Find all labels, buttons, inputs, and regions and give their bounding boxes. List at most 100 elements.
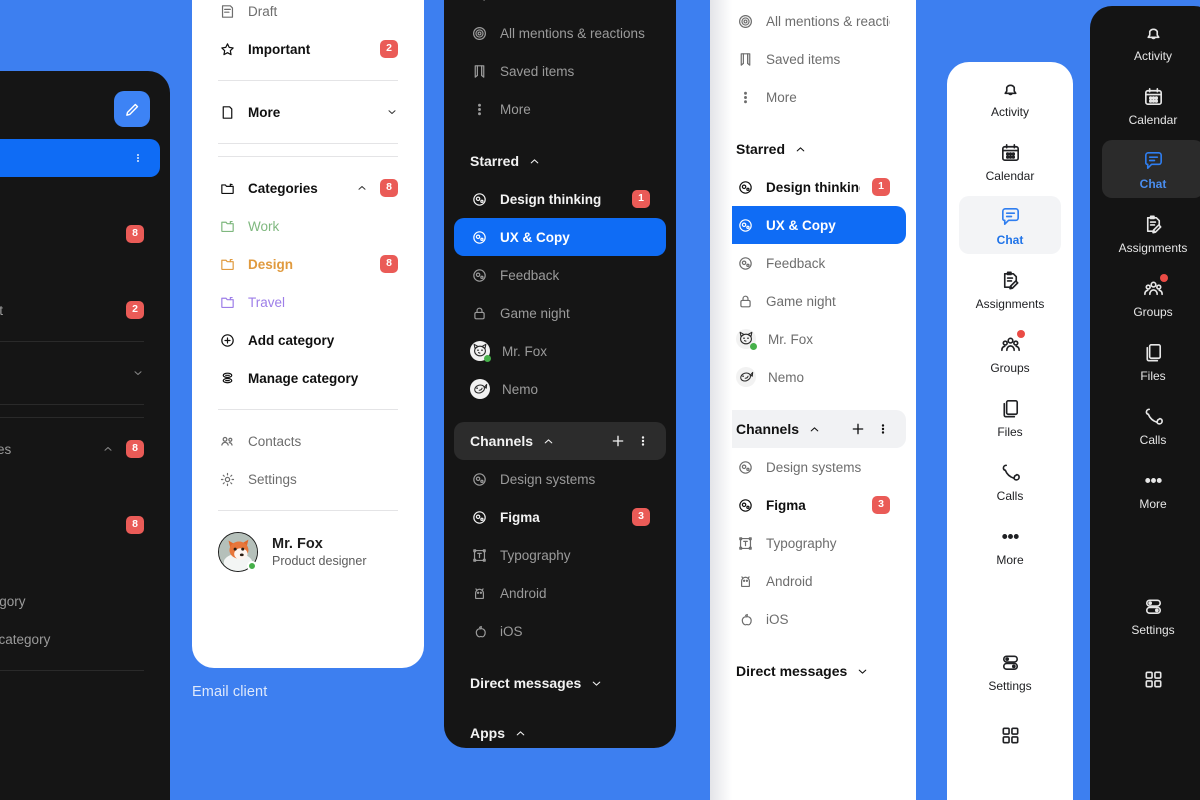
user-profile[interactable]: Mr. Fox Product designer (202, 523, 414, 581)
plus-icon[interactable] (849, 420, 867, 438)
rail-item-calls[interactable]: Calls (1102, 396, 1200, 454)
list-item[interactable]: Manage category (202, 359, 414, 397)
chevron-down-icon[interactable] (386, 106, 398, 118)
rail-item-more[interactable]: More (1102, 460, 1200, 518)
list-item[interactable]: Typography (454, 536, 666, 574)
list-item[interactable]: Android (454, 574, 666, 612)
list-item[interactable]: Figma 3 (720, 486, 906, 524)
list-item[interactable]: More (0, 354, 160, 392)
list-item[interactable]: Saved items (454, 52, 666, 90)
list-item[interactable]: More (454, 90, 666, 128)
list-item[interactable]: Nemo (720, 358, 906, 396)
rail-item-activity[interactable]: Activity (1102, 12, 1200, 70)
list-item[interactable]: All mentions & reactions (454, 14, 666, 52)
list-item[interactable]: All mentions & reactions (720, 2, 906, 40)
list-item[interactable]: Figma 3 (454, 498, 666, 536)
group-header-direct-messages[interactable]: Direct messages (454, 664, 666, 702)
rail-item-more[interactable]: More (959, 516, 1061, 574)
list-item[interactable]: Feedback (454, 256, 666, 294)
list-item[interactable]: Design 8 (0, 506, 160, 544)
dots-vertical-icon[interactable] (876, 420, 890, 438)
list-item[interactable]: Contacts (202, 422, 414, 460)
list-item[interactable]: Important 2 (202, 30, 414, 68)
chevron-up-icon[interactable] (542, 435, 555, 448)
list-item[interactable]: Settings (202, 460, 414, 498)
rail-item-settings[interactable]: Settings (959, 642, 1061, 700)
list-item[interactable]: Draft (202, 0, 414, 30)
list-item[interactable]: Design thinking 1 (720, 168, 906, 206)
list-item[interactable]: All DM's (454, 0, 666, 14)
list-item[interactable]: Travel (202, 283, 414, 321)
rail-item-chat[interactable]: Chat (959, 196, 1061, 254)
list-item[interactable]: Inbox (0, 139, 160, 177)
list-item[interactable]: Categories 8 (0, 430, 160, 468)
list-item[interactable]: Design thinking 1 (454, 180, 666, 218)
rail-item-settings[interactable]: Settings (1102, 586, 1200, 644)
list-item[interactable]: Important 2 (0, 291, 160, 329)
list-item[interactable]: Studies 8 (0, 215, 160, 253)
chevron-up-icon[interactable] (102, 443, 114, 455)
group-header-channels[interactable]: Channels (720, 410, 906, 448)
list-item[interactable]: Work (0, 468, 160, 506)
group-header-direct-messages[interactable]: Direct messages (720, 652, 906, 690)
rail-item-calendar[interactable]: Calendar (1102, 76, 1200, 134)
rail-item-apps[interactable] (959, 706, 1061, 764)
plus-icon[interactable] (609, 432, 627, 450)
list-item[interactable]: Draft (0, 253, 160, 291)
list-item[interactable]: Mr. Fox (454, 332, 666, 370)
compose-button[interactable] (114, 91, 150, 127)
chevron-down-icon[interactable] (590, 677, 603, 690)
list-item[interactable]: Design systems (454, 460, 666, 498)
group-header-starred[interactable]: Starred (720, 130, 906, 168)
rail-item-apps[interactable] (1102, 650, 1200, 708)
list-item[interactable]: Work (202, 207, 414, 245)
list-item[interactable]: Travel (0, 544, 160, 582)
chevron-up-icon[interactable] (356, 182, 368, 194)
list-item[interactable]: Manage category (0, 620, 160, 658)
chevron-up-icon[interactable] (514, 727, 527, 740)
rail-item-groups[interactable]: Groups (959, 324, 1061, 382)
dots-vertical-icon[interactable] (132, 152, 144, 164)
list-item[interactable]: More (720, 78, 906, 116)
list-item[interactable]: Design systems (720, 448, 906, 486)
rail-item-files[interactable]: Files (959, 388, 1061, 446)
chevron-down-icon[interactable] (856, 665, 869, 678)
rail-item-files[interactable]: Files (1102, 332, 1200, 390)
list-item[interactable]: More (202, 93, 414, 131)
rail-item-calendar[interactable]: Calendar (959, 132, 1061, 190)
chevron-up-icon[interactable] (528, 155, 541, 168)
list-item[interactable]: UX & Copy (720, 206, 906, 244)
list-item[interactable]: Add category (0, 582, 160, 620)
list-item[interactable]: Mr. Fox (720, 320, 906, 358)
rail-item-assignments[interactable]: Assignments (959, 260, 1061, 318)
list-item[interactable]: Android (720, 562, 906, 600)
list-item[interactable]: Contacts (0, 683, 160, 721)
list-item[interactable]: Design 8 (202, 245, 414, 283)
chevron-down-icon[interactable] (132, 367, 144, 379)
group-header-starred[interactable]: Starred (454, 142, 666, 180)
list-item[interactable]: Sent (0, 177, 160, 215)
list-item[interactable]: Game night (720, 282, 906, 320)
list-item[interactable]: iOS (720, 600, 906, 638)
list-item[interactable]: Settings (0, 721, 160, 759)
rail-item-assignments[interactable]: Assignments (1102, 204, 1200, 262)
list-item[interactable]: UX & Copy (454, 218, 666, 256)
list-item[interactable]: Saved items (720, 40, 906, 78)
chevron-up-icon[interactable] (794, 143, 807, 156)
list-item[interactable]: iOS (454, 612, 666, 650)
list-item[interactable]: Add category (202, 321, 414, 359)
rail-item-groups[interactable]: Groups (1102, 268, 1200, 326)
rail-item-chat[interactable]: Chat (1102, 140, 1200, 198)
rail-item-activity[interactable]: Activity (959, 68, 1061, 126)
rail-item-calls[interactable]: Calls (959, 452, 1061, 510)
chevron-up-icon[interactable] (808, 423, 821, 436)
list-item[interactable]: Game night (454, 294, 666, 332)
group-header-channels[interactable]: Channels (454, 422, 666, 460)
channel-icon (736, 216, 754, 234)
list-item[interactable]: Categories 8 (202, 169, 414, 207)
list-item[interactable]: Feedback (720, 244, 906, 282)
group-header-apps[interactable]: Apps (454, 714, 666, 748)
list-item[interactable]: Nemo (454, 370, 666, 408)
dots-vertical-icon[interactable] (636, 432, 650, 450)
list-item[interactable]: Typography (720, 524, 906, 562)
